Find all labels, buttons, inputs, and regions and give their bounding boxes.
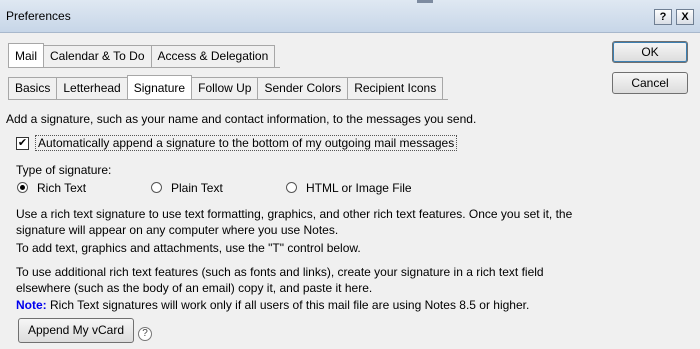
- cancel-button[interactable]: Cancel: [612, 72, 688, 94]
- tab-signature[interactable]: Signature: [126, 75, 193, 99]
- version-note: Note: Rich Text signatures will work onl…: [16, 298, 529, 312]
- tab-mail[interactable]: Mail: [8, 43, 45, 67]
- window-title: Preferences: [6, 9, 71, 23]
- radio-rich-text-indicator[interactable]: [17, 182, 28, 193]
- radio-html-image-label[interactable]: HTML or Image File: [306, 181, 412, 195]
- rich-text-field-hint: To use additional rich text features (su…: [16, 264, 544, 296]
- close-button[interactable]: X: [676, 9, 694, 25]
- vcard-help-icon[interactable]: ?: [138, 327, 152, 341]
- tab-calendar-todo[interactable]: Calendar & To Do: [43, 45, 152, 67]
- tab-letterhead[interactable]: Letterhead: [56, 77, 128, 99]
- rich-text-description: Use a rich text signature to use text fo…: [16, 206, 572, 238]
- radio-plain-text-indicator[interactable]: [151, 182, 162, 193]
- ok-button[interactable]: OK: [612, 41, 688, 63]
- top-tab-divider: [8, 67, 280, 68]
- auto-append-checkbox[interactable]: ✔: [16, 137, 29, 150]
- title-bar-grip: [417, 0, 433, 3]
- title-bar: Preferences ? X: [0, 0, 700, 33]
- tab-sender-colors[interactable]: Sender Colors: [257, 77, 349, 99]
- rich-text-description-line2: signature will appear on any computer wh…: [16, 223, 339, 237]
- tab-basics[interactable]: Basics: [8, 77, 58, 99]
- help-button[interactable]: ?: [654, 9, 672, 25]
- add-content-hint: To add text, graphics and attachments, u…: [16, 241, 361, 255]
- auto-append-label[interactable]: Automatically append a signature to the …: [35, 135, 458, 151]
- intro-text: Add a signature, such as your name and c…: [6, 112, 477, 126]
- rich-text-description-line1: Use a rich text signature to use text fo…: [16, 207, 573, 221]
- top-tab-bar: Mail Calendar & To Do Access & Delegatio…: [8, 43, 276, 67]
- append-vcard-button[interactable]: Append My vCard: [18, 318, 134, 343]
- radio-rich-text-label[interactable]: Rich Text: [37, 181, 86, 195]
- tab-access-delegation[interactable]: Access & Delegation: [150, 45, 276, 67]
- rich-text-field-hint-line1: To use additional rich text features (su…: [16, 265, 544, 279]
- note-label: Note:: [16, 298, 47, 312]
- sub-tab-bar: Basics Letterhead Signature Follow Up Se…: [8, 75, 444, 99]
- note-text: Rich Text signatures will work only if a…: [46, 298, 530, 312]
- sub-tab-divider: [8, 99, 448, 100]
- radio-plain-text-label[interactable]: Plain Text: [171, 181, 223, 195]
- radio-html-image-indicator[interactable]: [286, 182, 297, 193]
- rich-text-field-hint-line2: elsewhere (such as the body of an email)…: [16, 281, 373, 295]
- tab-follow-up[interactable]: Follow Up: [191, 77, 259, 99]
- tab-recipient-icons[interactable]: Recipient Icons: [347, 77, 444, 99]
- signature-type-label: Type of signature:: [16, 163, 112, 177]
